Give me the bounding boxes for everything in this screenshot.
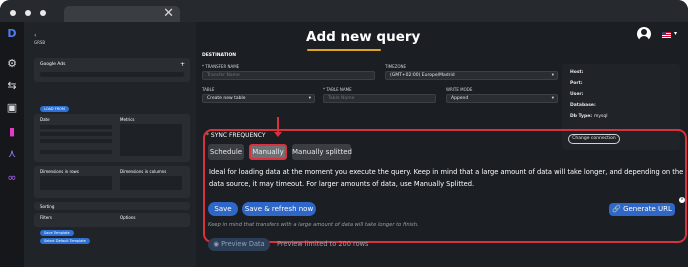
add-icon[interactable]: + (180, 61, 185, 68)
transfer-icon[interactable]: ⇆ (6, 80, 18, 92)
options-label: Options (120, 215, 136, 220)
metrics-box[interactable] (120, 124, 182, 156)
window-minimize-dot[interactable] (25, 10, 31, 16)
link-icon: 🔗 (612, 205, 621, 213)
dimensions-rows-label: Dimensions in rows (40, 169, 79, 174)
large-data-hint: Keep in mind that transfers with a large… (208, 222, 419, 228)
main-content: Add new query ▾ DESTINATION * TRANSFER N… (196, 22, 688, 267)
browser-tab[interactable]: ✕ (64, 6, 180, 22)
metrics-label: Metrics (120, 117, 135, 122)
timezone-select[interactable]: (GMT+02:00) Europe/Madrid ▾ (385, 71, 558, 80)
user-label: User: (570, 92, 584, 97)
window-maximize-dot[interactable] (40, 10, 46, 16)
close-icon[interactable]: ✕ (163, 6, 174, 22)
logo-icon: D (7, 27, 17, 40)
db-type-label: Db Type: (570, 114, 593, 119)
timezone-label: TIMEZONE (385, 64, 407, 69)
eye-icon: ◉ (213, 240, 220, 248)
info-icon[interactable]: i (679, 197, 685, 203)
db-type-value: mysql (594, 114, 608, 119)
save-refresh-button[interactable]: Save & refresh now (242, 202, 316, 216)
table-select[interactable]: Create new table ▾ (202, 94, 315, 103)
dimensions-card: Dimensions in rows Dimensions in columns (34, 166, 190, 198)
table-name-input[interactable]: Table Name (323, 94, 436, 103)
dimensions-cols-label: Dimensions in columns (120, 169, 167, 174)
sorting-label: Sorting (40, 204, 55, 209)
sync-description: Ideal for loading data at the moment you… (209, 168, 684, 188)
window-close-dot[interactable] (10, 10, 16, 16)
chevron-down-icon: ▾ (551, 96, 554, 101)
sorting-card[interactable]: Sorting (34, 202, 190, 210)
write-mode-select[interactable]: Append ▾ (446, 94, 558, 103)
filters-card[interactable]: Filters Options (34, 213, 190, 227)
date-card: Date Metrics (34, 114, 190, 162)
transfer-name-input[interactable]: Transfer Name (202, 71, 375, 80)
sidebar-rail: D ⚙ ⇆ ▣ ▮ ⋏ ∞ (0, 22, 24, 267)
chevron-down-icon: ▾ (551, 73, 554, 78)
query-config-panel: ‹ GRSB Google Ads + LOAD FROM Date Metri… (24, 22, 196, 267)
back-icon[interactable]: ‹ (34, 32, 36, 39)
table-label: TABLE (202, 87, 215, 92)
write-mode-label: WRITE MODE (446, 87, 473, 92)
app-window: ✕ D ⚙ ⇆ ▣ ▮ ⋏ ∞ ‹ GRSB Google Ads + LOAD… (0, 0, 688, 267)
destination-heading: DESTINATION (202, 53, 237, 58)
select-template-button[interactable]: Select Default Template (40, 238, 90, 244)
schedule-option[interactable]: Schedule (208, 144, 244, 160)
gear-icon[interactable]: ⚙ (6, 58, 18, 70)
transfer-name-label: * TRANSFER NAME (202, 64, 240, 69)
dimensions-rows-box[interactable] (40, 176, 112, 190)
save-template-button[interactable]: Save Template (40, 230, 74, 236)
manually-splitted-option[interactable]: Manually splitted (292, 144, 352, 160)
save-button[interactable]: Save (208, 202, 238, 216)
date-label: Date (40, 117, 50, 122)
page-title: Add new query (306, 29, 421, 45)
filters-label: Filters (40, 215, 52, 220)
dimensions-cols-box[interactable] (120, 176, 182, 190)
host-label: Host: (570, 70, 584, 75)
port-label: Port: (570, 81, 583, 86)
compare-select[interactable] (40, 150, 112, 154)
title-bar: ✕ (0, 0, 688, 22)
avatar[interactable] (637, 27, 651, 41)
database-label: Database: (570, 103, 596, 108)
language-flag-icon[interactable] (662, 32, 671, 38)
preview-data-button[interactable]: ◉ Preview Data (208, 238, 270, 251)
preview-limit-note: Preview limited to 200 rows (277, 240, 369, 248)
chevron-down-icon[interactable]: ▾ (674, 30, 677, 37)
source-card[interactable]: Google Ads + (34, 58, 190, 82)
bar-chart-icon[interactable]: ▮ (6, 126, 18, 138)
load-button[interactable]: LOAD FROM (40, 106, 69, 112)
panel-caption: GRSB (34, 40, 46, 45)
workflow-icon[interactable]: ∞ (6, 172, 18, 184)
sync-frequency-label: * SYNC FREQUENCY (206, 132, 266, 139)
chevron-down-icon: ▾ (308, 96, 311, 101)
start-date-field[interactable] (40, 132, 112, 136)
title-underline (307, 49, 381, 51)
date-range-select[interactable] (40, 125, 112, 129)
account-select[interactable] (40, 72, 184, 77)
manually-option[interactable]: Manually (249, 144, 287, 160)
network-icon[interactable]: ⋏ (6, 148, 18, 160)
table-name-label: * TABLE NAME (323, 87, 352, 92)
end-date-field[interactable] (40, 139, 112, 143)
source-name: Google Ads (40, 62, 66, 67)
dashboard-icon[interactable]: ▣ (6, 102, 18, 114)
generate-url-button[interactable]: 🔗 Generate URL (609, 203, 675, 216)
